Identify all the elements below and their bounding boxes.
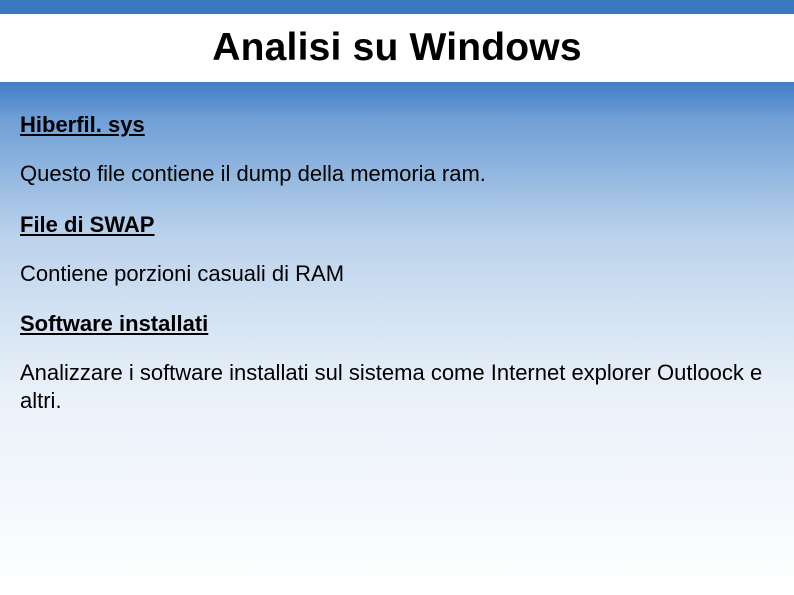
section-body: Analizzare i software installati sul sis…: [20, 359, 774, 414]
section-heading: Hiberfil. sys: [20, 112, 774, 138]
slide: Analisi su Windows Hiberfil. sys Questo …: [0, 0, 794, 595]
title-band: Analisi su Windows: [0, 14, 794, 82]
slide-title: Analisi su Windows: [212, 26, 581, 70]
slide-content: Hiberfil. sys Questo file contiene il du…: [20, 112, 774, 438]
section-body: Contiene porzioni casuali di RAM: [20, 260, 774, 288]
section-heading: Software installati: [20, 311, 774, 337]
section-heading: File di SWAP: [20, 212, 774, 238]
section-body: Questo file contiene il dump della memor…: [20, 160, 774, 188]
